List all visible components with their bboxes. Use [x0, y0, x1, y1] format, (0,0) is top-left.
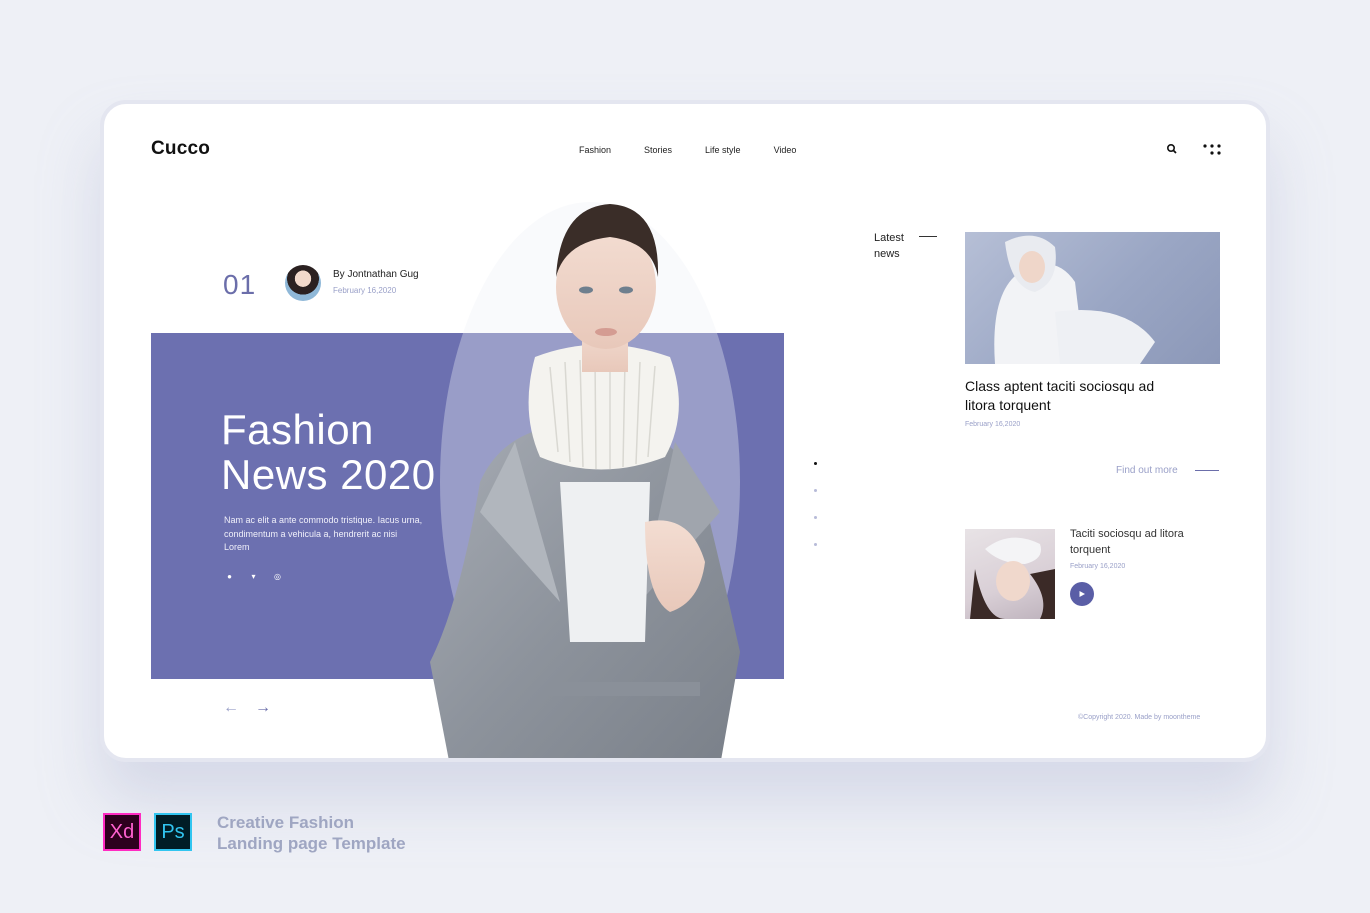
copyright: ©Copyright 2020. Made by moontheme	[1078, 714, 1201, 721]
slide-number: 01	[223, 269, 257, 300]
logo[interactable]: Cucco	[151, 138, 210, 160]
news2-title[interactable]: Taciti sociosqu ad litora torquent	[1070, 526, 1190, 558]
latest-label-line2: news	[874, 248, 900, 260]
pagination-dot-2[interactable]	[814, 489, 817, 492]
template-caption: Creative Fashion Landing page Template	[217, 812, 406, 854]
hero-title-line2: News 2020	[221, 451, 436, 498]
news2-image[interactable]	[965, 529, 1055, 619]
author-name[interactable]: By Jontnathan Gug	[333, 269, 419, 280]
caption-line1: Creative Fashion	[217, 813, 354, 832]
search-icon[interactable]	[1165, 142, 1179, 156]
instagram-icon[interactable]: ◎	[272, 571, 283, 582]
latest-news-label: Latest news	[874, 230, 904, 262]
caption-line2: Landing page Template	[217, 834, 406, 853]
play-icon	[1079, 591, 1085, 597]
nav-item-fashion[interactable]: Fashion	[579, 145, 611, 155]
hero-model-image	[430, 202, 740, 758]
next-slide-button[interactable]: →	[255, 699, 271, 717]
prev-slide-button[interactable]: ←	[223, 699, 239, 717]
facebook-icon[interactable]: ●	[224, 571, 235, 582]
author-date: February 16,2020	[333, 286, 397, 295]
landing-page-card: Cucco Fashion Stories Life style Video 0…	[100, 100, 1270, 762]
latest-divider	[919, 236, 937, 237]
social-links: ● ▾ ◎	[224, 571, 283, 582]
hero-description: Nam ac elit a ante commodo tristique. Ia…	[224, 515, 423, 552]
main-nav: Fashion Stories Life style Video	[579, 145, 829, 155]
news1-title[interactable]: Class aptent taciti sociosqu ad litora t…	[965, 377, 1185, 415]
nav-item-lifestyle[interactable]: Life style	[705, 145, 741, 155]
slider-arrows: ← →	[223, 699, 271, 717]
find-out-more-link[interactable]: Find out more	[1116, 465, 1178, 476]
twitter-icon[interactable]: ▾	[248, 571, 259, 582]
hero-title-line1: Fashion	[221, 406, 374, 453]
news1-image[interactable]	[965, 232, 1220, 364]
nav-item-video[interactable]: Video	[774, 145, 797, 155]
find-more-divider	[1195, 470, 1219, 471]
adobe-xd-icon: Xd	[103, 813, 141, 851]
pagination-dot-4[interactable]	[814, 543, 817, 546]
play-button[interactable]	[1070, 582, 1094, 606]
menu-dots-icon[interactable]	[1202, 142, 1222, 156]
news2-date: February 16,2020	[1070, 563, 1126, 570]
nav-item-stories[interactable]: Stories	[644, 145, 672, 155]
author-avatar	[285, 265, 321, 301]
photoshop-icon: Ps	[154, 813, 192, 851]
pagination-dot-3[interactable]	[814, 516, 817, 519]
latest-label-line1: Latest	[874, 232, 904, 244]
pagination-dot-1[interactable]	[814, 462, 817, 465]
news1-date: February 16,2020	[965, 421, 1021, 428]
slide-pagination	[814, 462, 817, 570]
